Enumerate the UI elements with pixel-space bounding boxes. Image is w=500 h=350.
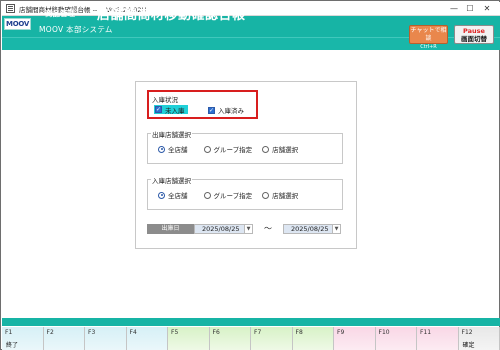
stock-status-label: 入庫状況: [152, 96, 178, 104]
to-store-label: 入庫店舗選択: [151, 175, 192, 185]
function-key-number: F10: [378, 329, 390, 336]
chat-consult-button[interactable]: チャットで相談 Ctrl+R: [409, 25, 448, 50]
function-key-f1[interactable]: F1 終了: [2, 327, 44, 350]
pause-label-jp: 画面切替: [461, 35, 487, 43]
check-icon: ✓: [155, 106, 162, 113]
radio-icon: [203, 145, 211, 153]
from-store-select-radio[interactable]: 店舗選択: [262, 144, 298, 154]
date-label: 出庫日: [147, 223, 194, 234]
chat-consult-label: チャットで相談: [410, 27, 447, 42]
function-key-f9[interactable]: F9: [334, 327, 376, 350]
function-key-number: F9: [337, 329, 345, 336]
not-stocked-label: 未入庫: [165, 106, 185, 115]
date-range-row: 出庫日 2025/08/25 ▼ ～ 2025/08/25 ▼: [147, 223, 341, 234]
function-key-label: 確定: [462, 342, 475, 349]
from-store-group: 出庫店舗選択 全店舗 グループ指定 店舗選択: [147, 129, 343, 164]
stock-status-group: 入庫状況 ✓ 未入庫 ✓ 入庫済み: [147, 90, 258, 119]
from-store-all-label: 全店舗: [168, 146, 188, 154]
page-title: 店舗間商材移動確認台帳: [97, 8, 246, 23]
moov-logo: MOOV: [4, 18, 31, 30]
to-store-radios: 全店舗 グループ指定 店舗選択: [158, 190, 308, 200]
pause-label-en: Pause: [463, 27, 485, 35]
to-store-group-label: グループ指定: [213, 192, 253, 200]
title-bar: 店舗間商材移動確認台帳 -- -- Ver3.24.02H — ☐ ✕: [2, 2, 500, 16]
radio-selected-icon: [158, 145, 165, 153]
function-key-bar: F1 終了 F2 F3 F4 F5 F6 F7 F8 F9 F10 F11 F12 確定: [2, 327, 500, 350]
function-key-f2[interactable]: F2: [43, 327, 85, 350]
check-icon: ✓: [208, 106, 215, 114]
pause-button[interactable]: Pause 画面切替: [454, 25, 494, 44]
minimize-button[interactable]: —: [447, 2, 461, 15]
date-from-input[interactable]: 2025/08/25 ▼: [194, 223, 253, 234]
function-key-number: F11: [420, 329, 432, 336]
date-to-input[interactable]: 2025/08/25 ▼: [283, 223, 341, 234]
function-bar-top: [2, 318, 500, 326]
function-key-number: F12: [461, 329, 473, 336]
function-key-number: F4: [129, 329, 137, 336]
from-store-label: 出庫店舗選択: [151, 129, 192, 139]
function-key-f6[interactable]: F6: [209, 327, 251, 350]
chevron-down-icon[interactable]: ▼: [332, 224, 340, 233]
from-store-group-radio[interactable]: グループ指定: [203, 144, 253, 154]
to-store-select-label: 店舗選択: [272, 192, 299, 200]
radio-icon: [262, 191, 270, 199]
from-store-radios: 全店舗 グループ指定 店舗選択: [158, 144, 308, 154]
function-key-f3[interactable]: F3: [85, 327, 127, 350]
function-key-number: F7: [254, 329, 262, 336]
function-key-number: F1: [5, 329, 13, 336]
function-key-label: 終了: [6, 342, 19, 349]
function-key-number: F3: [88, 329, 96, 336]
radio-icon: [262, 145, 270, 153]
not-stocked-checkbox[interactable]: ✓ 未入庫: [154, 105, 188, 115]
stocked-label: 入庫済み: [218, 107, 244, 115]
function-key-f8[interactable]: F8: [292, 327, 334, 350]
not-stocked-highlight: ✓ 未入庫: [154, 105, 188, 115]
to-store-group: 入庫店舗選択 全店舗 グループ指定 店舗選択: [147, 175, 343, 210]
function-key-f11[interactable]: F11: [417, 327, 459, 350]
function-key-f5[interactable]: F5: [168, 327, 210, 350]
to-store-all-label: 全店舗: [168, 192, 188, 200]
date-separator: ～: [264, 224, 272, 233]
app-icon: [6, 4, 15, 13]
chevron-down-icon[interactable]: ▼: [244, 224, 252, 233]
date-to-value: 2025/08/25: [291, 224, 329, 233]
app-window: 店舗間商材移動確認台帳 -- -- Ver3.24.02H — ☐ ✕ MOOV…: [0, 0, 500, 350]
from-store-all-radio[interactable]: 全店舗: [158, 144, 188, 154]
module-name: 商品管理: [45, 9, 75, 18]
from-store-select-label: 店舗選択: [272, 146, 299, 154]
function-key-f4[interactable]: F4: [126, 327, 168, 350]
function-key-number: F8: [295, 329, 303, 336]
chat-consult-shortcut: Ctrl+R: [420, 44, 437, 50]
function-key-f10[interactable]: F10: [375, 327, 417, 350]
from-store-group-label: グループ指定: [213, 146, 253, 154]
to-store-all-radio[interactable]: 全店舗: [158, 190, 188, 200]
radio-selected-icon: [158, 191, 165, 199]
function-key-f7[interactable]: F7: [251, 327, 293, 350]
radio-icon: [203, 191, 211, 199]
stocked-checkbox[interactable]: ✓ 入庫済み: [208, 105, 244, 115]
system-name: MOOV 本部システム: [39, 25, 113, 34]
function-key-f12[interactable]: F12 確定: [458, 327, 500, 350]
date-from-value: 2025/08/25: [202, 224, 240, 233]
close-button[interactable]: ✕: [480, 2, 494, 15]
maximize-button[interactable]: ☐: [463, 2, 477, 15]
to-store-group-radio[interactable]: グループ指定: [203, 190, 253, 200]
to-store-select-radio[interactable]: 店舗選択: [262, 190, 298, 200]
function-key-number: F2: [46, 329, 54, 336]
function-key-number: F5: [171, 329, 179, 336]
function-key-number: F6: [212, 329, 220, 336]
